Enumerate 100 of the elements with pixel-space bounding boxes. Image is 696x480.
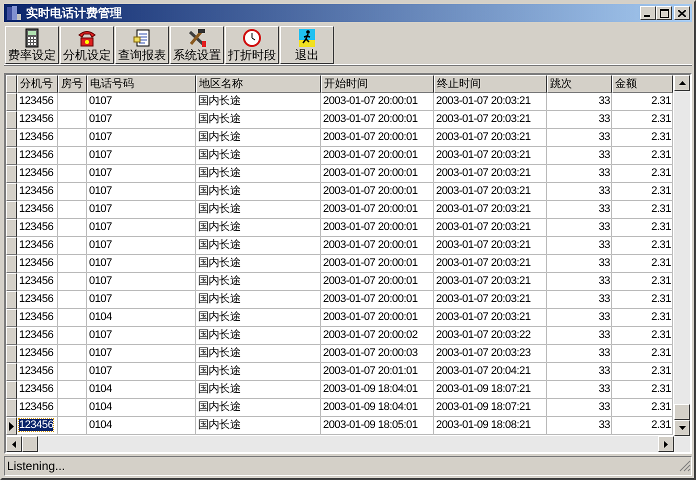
row-indicator[interactable] xyxy=(6,381,17,399)
column-header[interactable]: 电话号码 xyxy=(87,75,196,93)
table-cell: 123456 xyxy=(17,417,58,435)
table-cell: 2003-01-07 20:00:01 xyxy=(321,147,434,165)
row-indicator[interactable] xyxy=(6,417,17,435)
row-indicator[interactable] xyxy=(6,291,17,309)
table-cell: 2.31 xyxy=(612,363,673,381)
toolbar-button[interactable]: 退出 xyxy=(280,26,334,64)
table-cell: 2003-01-07 20:03:21 xyxy=(434,255,547,273)
scroll-right-button[interactable] xyxy=(658,436,674,452)
table-cell: 2.31 xyxy=(612,327,673,345)
row-indicator[interactable] xyxy=(6,129,17,147)
row-indicator[interactable] xyxy=(6,147,17,165)
scroll-thumb[interactable] xyxy=(674,404,690,420)
column-header[interactable]: 分机号 xyxy=(17,75,58,93)
row-indicator[interactable] xyxy=(6,327,17,345)
toolbar-button[interactable]: 费率设定 xyxy=(5,26,59,64)
down-arrow-icon xyxy=(678,426,686,430)
row-indicator[interactable] xyxy=(6,111,17,129)
table-cell: 2003-01-07 20:00:01 xyxy=(321,129,434,147)
row-indicator[interactable] xyxy=(6,93,17,111)
table-cell xyxy=(58,417,87,435)
table-cell: 2003-01-07 20:03:21 xyxy=(434,291,547,309)
row-indicator[interactable] xyxy=(6,237,17,255)
table-cell: 0104 xyxy=(87,381,196,399)
row-indicator[interactable] xyxy=(6,309,17,327)
row-indicator[interactable] xyxy=(6,345,17,363)
table-cell: 33 xyxy=(547,255,612,273)
table-cell: 123456 xyxy=(17,111,58,129)
row-indicator[interactable] xyxy=(6,183,17,201)
close-icon xyxy=(678,10,686,16)
table-cell: 2003-01-07 20:00:01 xyxy=(321,165,434,183)
table-cell: 国内长途 xyxy=(196,165,321,183)
table-cell xyxy=(58,111,87,129)
table-cell: 2003-01-07 20:03:21 xyxy=(434,219,547,237)
table-cell xyxy=(58,201,87,219)
table-cell: 国内长途 xyxy=(196,255,321,273)
table-cell xyxy=(58,345,87,363)
row-indicator[interactable] xyxy=(6,219,17,237)
row-indicator[interactable] xyxy=(6,273,17,291)
table-cell: 国内长途 xyxy=(196,129,321,147)
row-indicator[interactable] xyxy=(6,399,17,417)
table-cell: 2.31 xyxy=(612,183,673,201)
toolbar-button[interactable]: 系统设置 xyxy=(170,26,224,64)
table-cell: 国内长途 xyxy=(196,417,321,435)
minimize-button[interactable] xyxy=(640,6,656,20)
table-cell: 国内长途 xyxy=(196,345,321,363)
running-figure-icon xyxy=(297,28,317,48)
table-cell: 2003-01-07 20:00:01 xyxy=(321,93,434,111)
row-indicator[interactable] xyxy=(6,201,17,219)
column-header[interactable]: 房号 xyxy=(58,75,87,93)
table-cell: 33 xyxy=(547,219,612,237)
table-cell: 0107 xyxy=(87,93,196,111)
scroll-up-button[interactable] xyxy=(674,75,690,91)
table-cell: 2.31 xyxy=(612,93,673,111)
column-header[interactable]: 开始时间 xyxy=(321,75,434,93)
table-cell: 0107 xyxy=(87,273,196,291)
table-cell: 2.31 xyxy=(612,273,673,291)
table-cell: 33 xyxy=(547,237,612,255)
left-arrow-icon xyxy=(12,440,16,448)
column-header[interactable]: 跳次 xyxy=(547,75,612,93)
table-cell: 国内长途 xyxy=(196,309,321,327)
scroll-left-button[interactable] xyxy=(6,436,22,452)
table-cell: 2003-01-09 18:04:01 xyxy=(321,381,434,399)
table-cell: 0107 xyxy=(87,363,196,381)
table-cell: 国内长途 xyxy=(196,273,321,291)
table-cell: 123456 xyxy=(17,273,58,291)
row-indicator[interactable] xyxy=(6,363,17,381)
table-cell: 2003-01-07 20:03:21 xyxy=(434,147,547,165)
table-cell: 国内长途 xyxy=(196,147,321,165)
table-cell: 2003-01-09 18:08:21 xyxy=(434,417,547,435)
column-header[interactable]: 终止时间 xyxy=(434,75,547,93)
row-indicator[interactable] xyxy=(6,255,17,273)
table-cell: 33 xyxy=(547,129,612,147)
close-button[interactable] xyxy=(674,6,690,20)
table-cell: 0107 xyxy=(87,201,196,219)
row-indicator[interactable] xyxy=(6,165,17,183)
table-cell: 0107 xyxy=(87,237,196,255)
maximize-button[interactable] xyxy=(656,6,672,20)
column-header[interactable]: 金额 xyxy=(612,75,673,93)
toolbar-button[interactable]: 分机设定 xyxy=(60,26,114,64)
table-cell: 123456 xyxy=(17,219,58,237)
column-header[interactable]: 地区名称 xyxy=(196,75,321,93)
table-cell: 国内长途 xyxy=(196,111,321,129)
table-cell: 123456 xyxy=(17,129,58,147)
table-cell: 2003-01-07 20:03:21 xyxy=(434,93,547,111)
table-cell: 国内长途 xyxy=(196,399,321,417)
table-cell: 2003-01-07 20:00:01 xyxy=(321,183,434,201)
table-cell: 国内长途 xyxy=(196,183,321,201)
table-cell: 33 xyxy=(547,147,612,165)
scroll-down-button[interactable] xyxy=(674,420,690,436)
toolbar-button[interactable]: 打折时段 xyxy=(225,26,279,64)
table-cell: 2003-01-07 20:00:02 xyxy=(321,327,434,345)
table-cell: 123456 xyxy=(17,363,58,381)
table-cell: 0107 xyxy=(87,147,196,165)
table-cell xyxy=(58,399,87,417)
phone-icon xyxy=(77,28,97,48)
clock-icon xyxy=(242,28,262,48)
toolbar-button[interactable]: 查询报表 xyxy=(115,26,169,64)
scroll-thumb[interactable] xyxy=(22,436,38,452)
